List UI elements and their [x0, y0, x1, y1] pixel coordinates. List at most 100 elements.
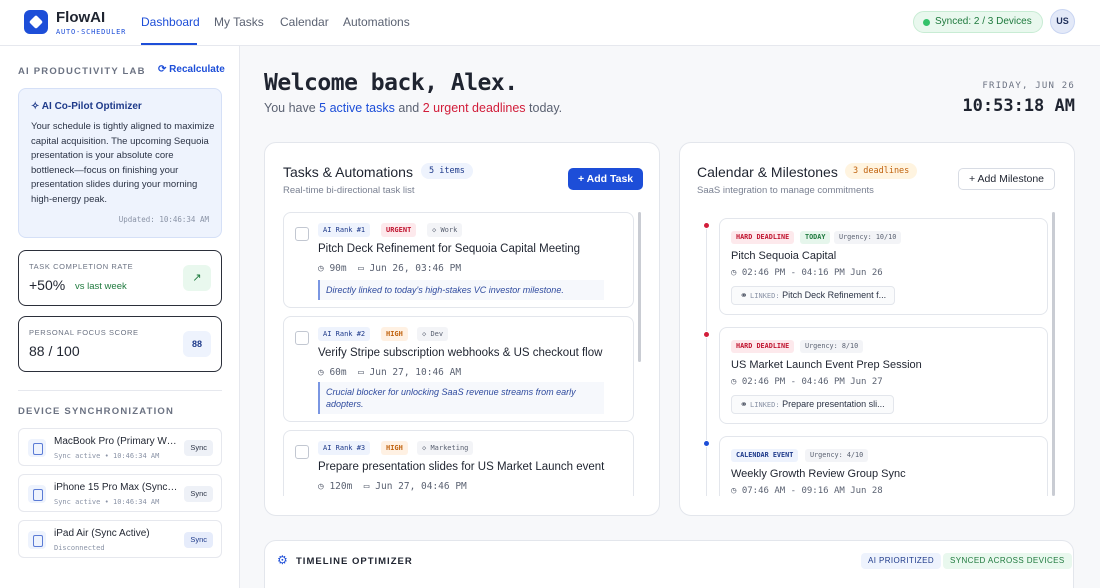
phone-icon: [28, 485, 46, 503]
calendar-icon: ▭: [358, 367, 370, 378]
milestone-item[interactable]: CALENDAR EVENT Urgency: 4/10 Weekly Grow…: [719, 436, 1048, 496]
device-sync-button[interactable]: Sync: [184, 440, 213, 456]
clock-icon: ◷: [731, 377, 742, 387]
milestone-item[interactable]: HARD DEADLINE TODAY Urgency: 10/10 Pitch…: [719, 218, 1048, 315]
milestone-time-value: 07:46 AM - 09:16 AM Jun 28: [741, 486, 883, 496]
app-subtitle: AUTO-SCHEDULER: [56, 28, 127, 36]
completion-rate-label: TASK COMPLETION RATE: [29, 262, 134, 271]
urgency-badge: Urgency: 4/10: [805, 449, 869, 462]
task-item[interactable]: AI Rank #3 HIGH ◇ Marketing Prepare pres…: [283, 430, 634, 496]
priority-tag: URGENT: [381, 223, 417, 237]
nav-calendar[interactable]: Calendar: [280, 15, 329, 29]
category-tag-label: Work: [440, 226, 458, 234]
task-note: Directly linked to today's high-stakes V…: [318, 280, 604, 300]
task-meta: ◷ 90m ▭ Jun 26, 03:46 PM: [318, 263, 461, 274]
nav-active-indicator: [141, 43, 197, 45]
active-tasks-count[interactable]: 5 active tasks: [319, 101, 395, 115]
welcome-title: Welcome back, Alex.: [264, 70, 518, 96]
linked-task-chip[interactable]: ⚭ LINKED: Pitch Deck Refinement f...: [731, 286, 896, 305]
tasks-card-subtitle: Real-time bi-directional task list: [283, 185, 415, 196]
deadlines-count-badge: 3 deadlines: [845, 163, 918, 179]
device-sync-button[interactable]: Sync: [184, 532, 213, 548]
trending-up-icon: ↗: [183, 265, 211, 291]
current-time: 10:53:18 AM: [962, 96, 1075, 116]
devices-title: DEVICE SYNCHRONIZATION: [18, 406, 175, 417]
completion-rate-card: TASK COMPLETION RATE +50% vs last week ↗: [18, 250, 222, 306]
milestone-title: Pitch Sequoia Capital: [731, 250, 837, 262]
milestone-time: ◷ 07:46 AM - 09:16 AM Jun 28: [731, 486, 883, 496]
timeline-dot-urgent: [703, 331, 710, 338]
sync-status-badge[interactable]: Synced: 2 / 3 Devices: [913, 11, 1043, 33]
deadline-type-badge: HARD DEADLINE: [731, 231, 795, 244]
milestone-time-value: 02:46 PM - 04:46 PM Jun 27: [741, 377, 883, 387]
event-type-badge: CALENDAR EVENT: [731, 449, 799, 462]
nav-my-tasks[interactable]: My Tasks: [214, 15, 264, 29]
urgency-badge: Urgency: 8/10: [800, 340, 864, 353]
task-checkbox[interactable]: [295, 227, 309, 241]
copilot-updated: Updated: 10:46:34 AM: [118, 215, 209, 224]
subtitle-pre: You have: [264, 101, 320, 115]
calendar-scrollbar[interactable]: [1052, 212, 1055, 496]
completion-rate-value: +50%: [29, 277, 66, 293]
recalculate-button[interactable]: ⟳ Recalculate: [158, 64, 225, 75]
sidebar-divider: [18, 390, 222, 391]
sidebar: AI PRODUCTIVITY LAB ⟳ Recalculate ✧ AI C…: [0, 46, 240, 588]
copilot-title: ✧ AI Co-Pilot Optimizer: [31, 101, 142, 112]
linked-task-name: Prepare presentation sli...: [782, 399, 885, 409]
task-note: Crucial blocker for unlocking SaaS reven…: [318, 382, 604, 414]
task-meta: ◷ 60m ▭ Jun 27, 10:46 AM: [318, 367, 461, 378]
copilot-panel: ✧ AI Co-Pilot Optimizer Your schedule is…: [18, 88, 222, 238]
task-title: Verify Stripe subscription webhooks & US…: [318, 347, 603, 359]
device-item: MacBook Pro (Primary Workstation) Sync a…: [18, 428, 222, 466]
focus-score-label: PERSONAL FOCUS SCORE: [29, 328, 139, 337]
linked-task-chip[interactable]: ⚭ LINKED: Prepare presentation sli...: [731, 395, 894, 414]
focus-score-card: PERSONAL FOCUS SCORE 88 / 100 88: [18, 316, 222, 372]
tasks-scrollbar[interactable]: [638, 212, 641, 362]
synced-badge: SYNCED ACROSS DEVICES: [943, 553, 1072, 569]
app-logo-icon[interactable]: [24, 10, 48, 34]
category-tag-label: Marketing: [430, 444, 469, 452]
category-tag-label: Dev: [430, 330, 444, 338]
task-due: Jun 27, 10:46 AM: [369, 367, 462, 378]
device-status: Sync active • 10:46:34 AM: [54, 498, 160, 506]
lab-title: AI PRODUCTIVITY LAB: [18, 66, 146, 77]
urgent-deadlines-count[interactable]: 2 urgent deadlines: [423, 101, 526, 115]
nav-dashboard[interactable]: Dashboard: [141, 15, 200, 29]
add-task-button[interactable]: + Add Task: [568, 168, 644, 190]
current-date: FRIDAY, JUN 26: [982, 81, 1075, 91]
timeline-optimizer-card: ⚙ TIMELINE OPTIMIZER AI PRIORITIZED SYNC…: [264, 540, 1074, 588]
link-icon: ⚭: [740, 399, 751, 409]
tasks-count-badge: 5 items: [421, 163, 473, 179]
task-due: Jun 27, 04:46 PM: [375, 481, 467, 492]
device-status: Disconnected: [54, 544, 105, 552]
link-icon: ⚭: [740, 290, 751, 300]
refresh-icon: ⟳: [158, 64, 170, 75]
nav-automations[interactable]: Automations: [343, 15, 410, 29]
ai-rank-tag: AI Rank #1: [318, 223, 371, 237]
milestone-time: ◷ 02:46 PM - 04:16 PM Jun 26: [731, 268, 883, 278]
milestone-item[interactable]: HARD DEADLINE Urgency: 8/10 US Market La…: [719, 327, 1048, 424]
milestone-title: Weekly Growth Review Group Sync: [731, 468, 906, 480]
device-item: iPhone 15 Pro Max (Synced Device) Sync a…: [18, 474, 222, 512]
app-name: FlowAI: [56, 9, 106, 26]
focus-score-badge: 88: [183, 331, 211, 357]
category-tag: ◇ Dev: [417, 327, 449, 341]
task-meta: ◷ 120m ▭ Jun 27, 04:46 PM: [318, 481, 467, 492]
device-sync-button[interactable]: Sync: [184, 486, 213, 502]
task-item[interactable]: AI Rank #1 URGENT ◇ Work Pitch Deck Refi…: [283, 212, 634, 308]
urgency-badge: Urgency: 10/10: [834, 231, 902, 244]
recalculate-label: Recalculate: [169, 64, 225, 75]
task-item[interactable]: AI Rank #2 HIGH ◇ Dev Verify Stripe subs…: [283, 316, 634, 422]
task-duration: 120m: [329, 481, 353, 492]
device-name: iPad Air (Sync Active): [54, 528, 150, 539]
copilot-body: Your schedule is tightly aligned to maxi…: [31, 121, 215, 205]
priority-tag: HIGH: [381, 441, 408, 455]
task-checkbox[interactable]: [295, 445, 309, 459]
ai-prioritized-badge: AI PRIORITIZED: [861, 553, 942, 569]
add-milestone-button[interactable]: + Add Milestone: [958, 168, 1056, 190]
task-checkbox[interactable]: [295, 331, 309, 345]
user-avatar[interactable]: US: [1050, 9, 1075, 34]
timeline-dot-urgent: [703, 222, 710, 229]
linked-task-name: Pitch Deck Refinement f...: [782, 290, 887, 300]
task-duration: 90m: [329, 263, 347, 274]
